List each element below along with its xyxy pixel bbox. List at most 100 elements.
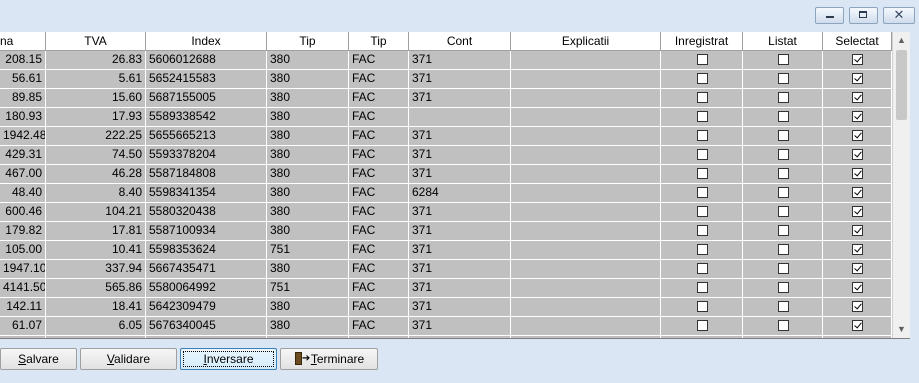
cell-index[interactable]: 5652415583 bbox=[146, 70, 267, 88]
close-button[interactable]: ✕ bbox=[883, 7, 915, 24]
selectat-checkbox[interactable] bbox=[852, 187, 863, 198]
cell-na[interactable]: 208.15 bbox=[0, 51, 46, 69]
cell-tip-2[interactable]: FAC bbox=[349, 70, 409, 88]
cell-tva[interactable]: 5.61 bbox=[46, 70, 146, 88]
cell-tva[interactable]: 15.60 bbox=[46, 89, 146, 107]
table-row[interactable]: 4141.50 565.86 5580064992 751 FAC 371 bbox=[0, 279, 892, 298]
table-row[interactable]: 429.31 74.50 5593378204 380 FAC 371 bbox=[0, 146, 892, 165]
cell-explicatii[interactable] bbox=[511, 51, 661, 69]
header-col-cont[interactable]: Cont bbox=[409, 32, 511, 50]
cell-tip-2[interactable]: FAC bbox=[349, 279, 409, 297]
cell-tva[interactable]: 6.05 bbox=[46, 317, 146, 335]
table-row[interactable]: 600.46 104.21 5580320438 380 FAC 371 bbox=[0, 203, 892, 222]
cell-index[interactable]: 5587100934 bbox=[146, 222, 267, 240]
cell-tip-2[interactable]: FAC bbox=[349, 51, 409, 69]
header-col-selectat[interactable]: Selectat bbox=[823, 32, 892, 50]
cell-tip-1[interactable]: 380 bbox=[267, 70, 349, 88]
cell-explicatii[interactable] bbox=[511, 336, 661, 338]
cell-na[interactable]: 56.61 bbox=[0, 70, 46, 88]
table-row[interactable]: 1942.48 222.25 5655665213 380 FAC 371 bbox=[0, 127, 892, 146]
validare-button[interactable]: Validare bbox=[80, 348, 177, 370]
selectat-checkbox[interactable] bbox=[852, 54, 863, 65]
cell-index[interactable]: 5580064992 bbox=[146, 279, 267, 297]
cell-cont[interactable]: 371 bbox=[409, 336, 511, 338]
cell-tip-1[interactable]: 751 bbox=[267, 241, 349, 259]
selectat-checkbox[interactable] bbox=[852, 149, 863, 160]
cell-tip-1[interactable]: 380 bbox=[267, 127, 349, 145]
table-row[interactable]: 56.61 5.61 5652415583 380 FAC 371 bbox=[0, 70, 892, 89]
cell-cont[interactable]: 6284 bbox=[409, 184, 511, 202]
listat-checkbox[interactable] bbox=[778, 301, 789, 312]
table-row[interactable]: 180.93 17.93 5589338542 380 FAC bbox=[0, 108, 892, 127]
cell-tip-2[interactable]: FAC bbox=[349, 336, 409, 338]
table-row[interactable]: 142.11 18.41 5642309479 380 FAC 371 bbox=[0, 298, 892, 317]
cell-tip-1[interactable]: 380 bbox=[267, 146, 349, 164]
cell-tip-2[interactable]: FAC bbox=[349, 317, 409, 335]
table-row[interactable]: 48.40 8.40 5598341354 380 FAC 6284 bbox=[0, 184, 892, 203]
header-col-listat[interactable]: Listat bbox=[743, 32, 823, 50]
selectat-checkbox[interactable] bbox=[852, 320, 863, 331]
cell-explicatii[interactable] bbox=[511, 184, 661, 202]
cell-tva[interactable]: 46.28 bbox=[46, 165, 146, 183]
cell-na[interactable]: 1942.48 bbox=[0, 127, 46, 145]
vertical-scrollbar[interactable]: ▲ ▼ bbox=[892, 32, 910, 338]
header-col-inregistrat[interactable]: Inregistrat bbox=[661, 32, 743, 50]
listat-checkbox[interactable] bbox=[778, 168, 789, 179]
inregistrat-checkbox[interactable] bbox=[697, 244, 708, 255]
selectat-checkbox[interactable] bbox=[852, 92, 863, 103]
cell-tva[interactable]: 337.94 bbox=[46, 260, 146, 278]
listat-checkbox[interactable] bbox=[778, 225, 789, 236]
inregistrat-checkbox[interactable] bbox=[697, 111, 708, 122]
table-row[interactable]: 89.85 15.60 5687155005 380 FAC 371 bbox=[0, 89, 892, 108]
inregistrat-checkbox[interactable] bbox=[697, 130, 708, 141]
inregistrat-checkbox[interactable] bbox=[697, 206, 708, 217]
cell-tip-1[interactable]: 380 bbox=[267, 51, 349, 69]
salvare-button[interactable]: Salvare bbox=[0, 348, 77, 370]
scroll-thumb[interactable] bbox=[896, 50, 907, 120]
cell-tip-2[interactable]: FAC bbox=[349, 241, 409, 259]
cell-explicatii[interactable] bbox=[511, 165, 661, 183]
cell-na[interactable]: 179.82 bbox=[0, 222, 46, 240]
selectat-checkbox[interactable] bbox=[852, 73, 863, 84]
cell-index[interactable]: 5642309479 bbox=[146, 298, 267, 316]
cell-cont[interactable]: 371 bbox=[409, 127, 511, 145]
cell-na[interactable]: 1947.10 bbox=[0, 260, 46, 278]
table-row[interactable]: 467.00 46.28 5587184808 380 FAC 371 bbox=[0, 165, 892, 184]
minimize-button[interactable] bbox=[815, 7, 844, 24]
inregistrat-checkbox[interactable] bbox=[697, 54, 708, 65]
cell-tip-2[interactable]: FAC bbox=[349, 222, 409, 240]
listat-checkbox[interactable] bbox=[778, 282, 789, 293]
cell-tip-1[interactable]: 380 bbox=[267, 165, 349, 183]
selectat-checkbox[interactable] bbox=[852, 206, 863, 217]
header-col-tip-2[interactable]: Tip bbox=[349, 32, 409, 50]
cell-index[interactable]: 5598353624 bbox=[146, 241, 267, 259]
cell-explicatii[interactable] bbox=[511, 203, 661, 221]
cell-na[interactable]: 4141.50 bbox=[0, 279, 46, 297]
cell-tip-2[interactable]: FAC bbox=[349, 260, 409, 278]
listat-checkbox[interactable] bbox=[778, 320, 789, 331]
inversare-button[interactable]: Inversare bbox=[180, 348, 277, 370]
inregistrat-checkbox[interactable] bbox=[697, 168, 708, 179]
cell-explicatii[interactable] bbox=[511, 279, 661, 297]
cell-explicatii[interactable] bbox=[511, 127, 661, 145]
inregistrat-checkbox[interactable] bbox=[697, 73, 708, 84]
cell-tva[interactable]: 10.41 bbox=[46, 241, 146, 259]
listat-checkbox[interactable] bbox=[778, 111, 789, 122]
cell-tva[interactable]: 74.50 bbox=[46, 146, 146, 164]
listat-checkbox[interactable] bbox=[778, 92, 789, 103]
cell-explicatii[interactable] bbox=[511, 89, 661, 107]
cell-cont[interactable]: 371 bbox=[409, 241, 511, 259]
cell-tip-2[interactable]: FAC bbox=[349, 184, 409, 202]
cell-explicatii[interactable] bbox=[511, 260, 661, 278]
cell-explicatii[interactable] bbox=[511, 146, 661, 164]
listat-checkbox[interactable] bbox=[778, 54, 789, 65]
header-col-tip-1[interactable]: Tip bbox=[267, 32, 349, 50]
cell-na[interactable]: 180.93 bbox=[0, 108, 46, 126]
cell-explicatii[interactable] bbox=[511, 70, 661, 88]
cell-tip-1[interactable]: 380 bbox=[267, 298, 349, 316]
cell-tva[interactable]: 8.40 bbox=[46, 184, 146, 202]
table-row[interactable]: 179.82 17.81 5587100934 380 FAC 371 bbox=[0, 222, 892, 241]
inregistrat-checkbox[interactable] bbox=[697, 320, 708, 331]
cell-tip-2[interactable]: FAC bbox=[349, 89, 409, 107]
selectat-checkbox[interactable] bbox=[852, 130, 863, 141]
